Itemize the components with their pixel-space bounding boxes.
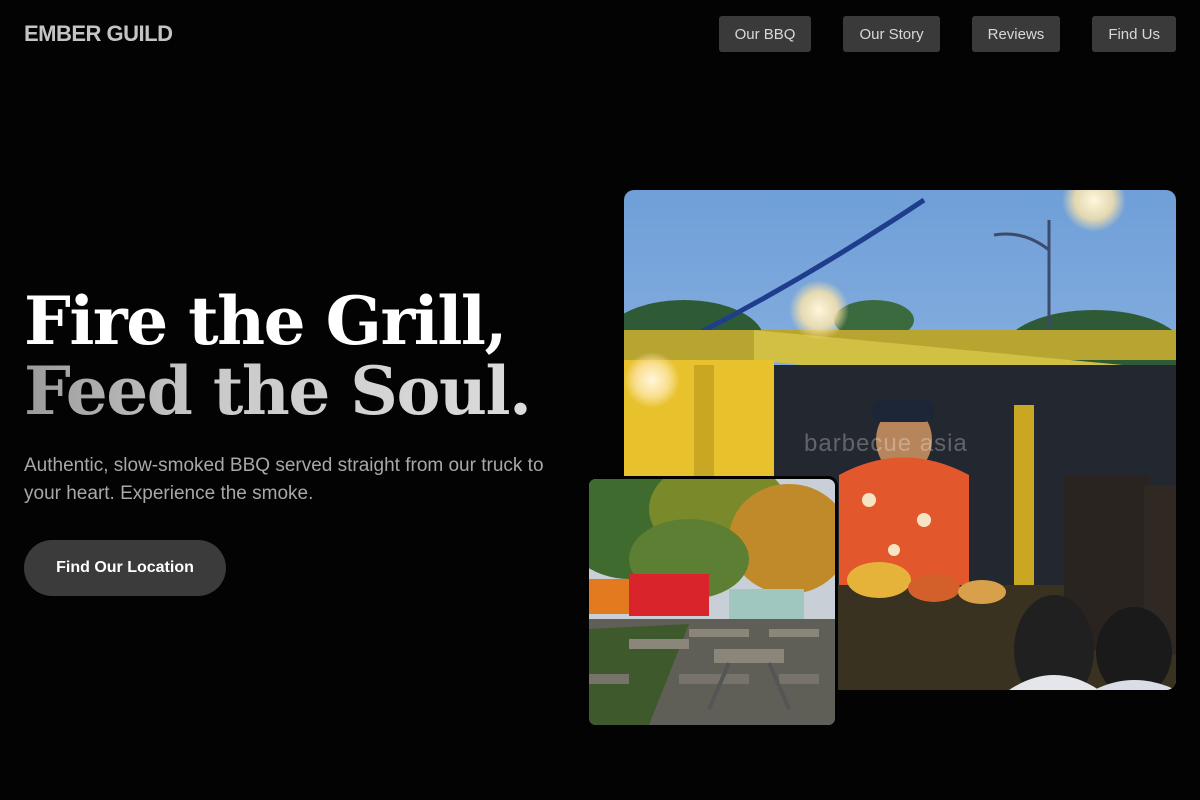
nav-reviews-button[interactable]: Reviews: [971, 16, 1061, 52]
nav-our-bbq-button[interactable]: Our BBQ: [718, 16, 812, 52]
top-nav: Our BBQ Our Story Reviews Find Us: [718, 16, 1176, 52]
photo-watermark: barbecue asia: [804, 430, 968, 457]
brand-logo[interactable]: EMBER GUILD: [24, 21, 173, 47]
hero-headline-line-1: Fire the Grill,: [24, 282, 507, 360]
nav-our-story-button[interactable]: Our Story: [843, 16, 940, 52]
nav-find-us-button[interactable]: Find Us: [1092, 16, 1176, 52]
park-food-trucks-photo: [586, 476, 838, 728]
hero-headline: Fire the Grill, Feed the Soul.: [24, 282, 532, 430]
hero-subtitle: Authentic, slow-smoked BBQ served straig…: [24, 455, 544, 504]
hero-headline-line-2: Feed the Soul.: [24, 352, 532, 430]
find-location-button[interactable]: Find Our Location: [24, 540, 226, 596]
